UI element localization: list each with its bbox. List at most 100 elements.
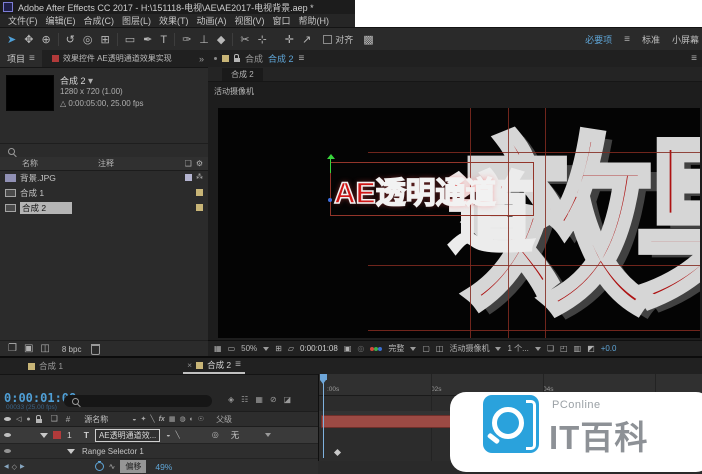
menu-file[interactable]: 文件(F) — [8, 14, 38, 27]
layer-name-field[interactable]: AE透明通道效... — [94, 428, 161, 442]
menu-composition[interactable]: 合成(C) — [84, 14, 115, 27]
project-row-comp2-selected[interactable]: 合成 2 — [0, 200, 208, 215]
solo-column-icon[interactable]: ● — [26, 416, 30, 423]
parent-column[interactable]: 父级 — [216, 414, 232, 425]
timeline-nav-icon[interactable]: ▥ — [574, 344, 582, 353]
shy-icon[interactable]: ◒ — [132, 416, 136, 423]
region-of-interest-icon[interactable]: ▢ — [422, 344, 430, 353]
frame-blending-icon[interactable]: ⊘ — [270, 395, 277, 404]
threed-icon[interactable]: ☉ — [198, 415, 204, 423]
fast-previews-icon[interactable]: ◰ — [560, 344, 568, 353]
column-comment[interactable]: 注释 — [98, 158, 114, 169]
offset-property-name[interactable]: 偏移 — [120, 460, 147, 473]
layer-duration-bar[interactable] — [321, 415, 458, 428]
layer-row-1[interactable]: 1 T AE透明通道效... ◒ ╲ ◎ 无 — [0, 427, 318, 443]
keyframe-diamond[interactable] — [333, 448, 342, 457]
interpret-footage-icon[interactable]: ❐ — [8, 344, 17, 354]
camera-tool-icon[interactable]: ◎ — [83, 33, 93, 46]
prev-keyframe-icon[interactable]: ◀ — [4, 463, 9, 470]
snapshot-icon[interactable]: ▣ — [344, 344, 352, 353]
pen-tool-icon[interactable]: ✒ — [143, 33, 152, 46]
viewer-current-time[interactable]: 0:00:01:08 — [300, 344, 338, 353]
rotate-tool-icon[interactable]: ↺ — [66, 33, 75, 46]
timeline-search[interactable] — [64, 395, 212, 407]
pan-behind-tool-icon[interactable]: ⊞ — [100, 33, 109, 46]
zoom-tool-icon[interactable]: ⊕ — [41, 33, 50, 46]
parent-value[interactable]: 无 — [231, 429, 240, 441]
pixel-aspect-icon[interactable]: ❏ — [547, 344, 554, 353]
arrow-mode-icon[interactable]: ↗ — [302, 33, 311, 46]
tab-overflow-icon[interactable]: » — [199, 54, 204, 64]
magnification-value[interactable]: 50% — [241, 344, 257, 353]
exposure-value[interactable]: +0.0 — [601, 344, 617, 353]
collapse-icon[interactable]: ✦ — [140, 415, 146, 423]
menu-window[interactable]: 窗口 — [273, 14, 291, 27]
viewer-tab-menu-icon[interactable]: ≡ — [299, 53, 305, 64]
fx-icon[interactable]: fx — [159, 416, 165, 423]
layer-visibility-icon[interactable] — [4, 433, 11, 437]
menu-effect[interactable]: 效果(T) — [159, 14, 189, 27]
project-row-comp1[interactable]: 合成 1 — [0, 185, 208, 200]
range-selector-row[interactable]: Range Selector 1 — [0, 443, 318, 458]
menu-edit[interactable]: 编辑(E) — [46, 14, 76, 27]
layer-slash-icon[interactable]: ╲ — [176, 431, 180, 439]
view-layout-caret-icon[interactable] — [534, 346, 541, 351]
label-swatch[interactable] — [185, 174, 192, 181]
label-swatch[interactable] — [196, 204, 203, 211]
layer-expander-icon[interactable] — [40, 432, 48, 438]
hand-tool-icon[interactable]: ✥ — [24, 33, 33, 46]
tab-project[interactable]: 项目 ≡ — [0, 50, 42, 67]
frame-blend-icon[interactable]: ▦ — [169, 415, 176, 423]
workspace-small-screen[interactable]: 小屏幕 — [672, 33, 699, 46]
delete-icon[interactable] — [91, 343, 101, 355]
timeline-tab-comp2-active[interactable]: × 合成 2 ≡ — [183, 358, 245, 374]
selection-tool-icon[interactable]: ➤ — [7, 33, 16, 46]
column-name[interactable]: 名称 — [22, 158, 38, 169]
timeline-tab-comp1[interactable]: 合成 1 — [28, 360, 63, 372]
breadcrumb-comp[interactable]: 合成 2 — [222, 67, 263, 81]
motion-blur-icon[interactable]: ◪ — [284, 395, 292, 404]
index-column[interactable]: # — [66, 415, 70, 424]
graph-editor-icon[interactable]: ∿ — [109, 462, 116, 471]
label-column-icon[interactable]: ❑ — [51, 415, 58, 423]
primary-viewer-icon[interactable]: ▭ — [228, 344, 236, 353]
label-column-icon[interactable]: ❑ — [185, 159, 192, 168]
brush-tool-icon[interactable]: ✑ — [182, 33, 191, 46]
project-row-bg[interactable]: 背景.JPG ⁂ — [0, 170, 208, 185]
video-column-icon[interactable] — [4, 417, 11, 421]
source-name-column[interactable]: 源名称 — [84, 414, 108, 425]
menu-animation[interactable]: 动画(A) — [197, 14, 227, 27]
menu-help[interactable]: 帮助(H) — [299, 14, 330, 27]
lock-icon[interactable] — [234, 54, 240, 62]
hide-shy-icon[interactable]: ▦ — [255, 395, 263, 404]
draft-3d-icon[interactable]: ☷ — [241, 395, 248, 404]
parent-caret-icon[interactable] — [265, 433, 272, 437]
motion-blur-col-icon[interactable]: ◍ — [179, 415, 185, 423]
comp-info-name[interactable]: 合成 2 ▾ — [60, 74, 93, 87]
panel-menu-icon[interactable]: ≡ — [29, 53, 35, 64]
workspace-essentials[interactable]: 必要项 — [585, 33, 612, 46]
next-keyframe-icon[interactable]: ▶ — [20, 463, 25, 470]
resolution-caret-icon[interactable] — [410, 346, 417, 351]
camera-view-value[interactable]: 活动摄像机 — [449, 343, 489, 354]
range-selector-label[interactable]: Range Selector 1 — [82, 447, 144, 456]
mask-mode-icon[interactable]: ▩ — [363, 33, 373, 46]
title-text-layer[interactable]: AE透明通道 — [333, 168, 496, 212]
label-swatch[interactable] — [196, 189, 203, 196]
tab-effect-controls[interactable]: 效果控件 AE透明通道效果实现 — [63, 53, 172, 64]
viewer-panel-menu-icon[interactable]: ≡ — [691, 53, 697, 64]
magnification-caret-icon[interactable] — [263, 346, 270, 351]
layer-label-swatch[interactable] — [53, 431, 61, 439]
audio-column-icon[interactable]: ◁ — [16, 416, 21, 423]
grid-guides-icon[interactable]: ⊞ — [275, 344, 282, 353]
new-composition-icon[interactable]: ◫ — [40, 344, 49, 354]
menu-view[interactable]: 视图(V) — [235, 14, 265, 27]
transparency-grid-icon[interactable]: ◫ — [436, 344, 444, 353]
workspace-menu-icon[interactable]: ≡ — [624, 34, 630, 45]
always-preview-icon[interactable]: ▦ — [214, 344, 222, 353]
clone-stamp-tool-icon[interactable]: ⊥ — [199, 33, 209, 46]
range-expander-icon[interactable] — [67, 448, 75, 454]
layer-quality-icon[interactable]: ◒ — [166, 432, 170, 439]
composition-canvas[interactable]: 效果 道 AE透明通道 — [218, 108, 700, 338]
offset-value[interactable]: 49% — [155, 462, 172, 472]
